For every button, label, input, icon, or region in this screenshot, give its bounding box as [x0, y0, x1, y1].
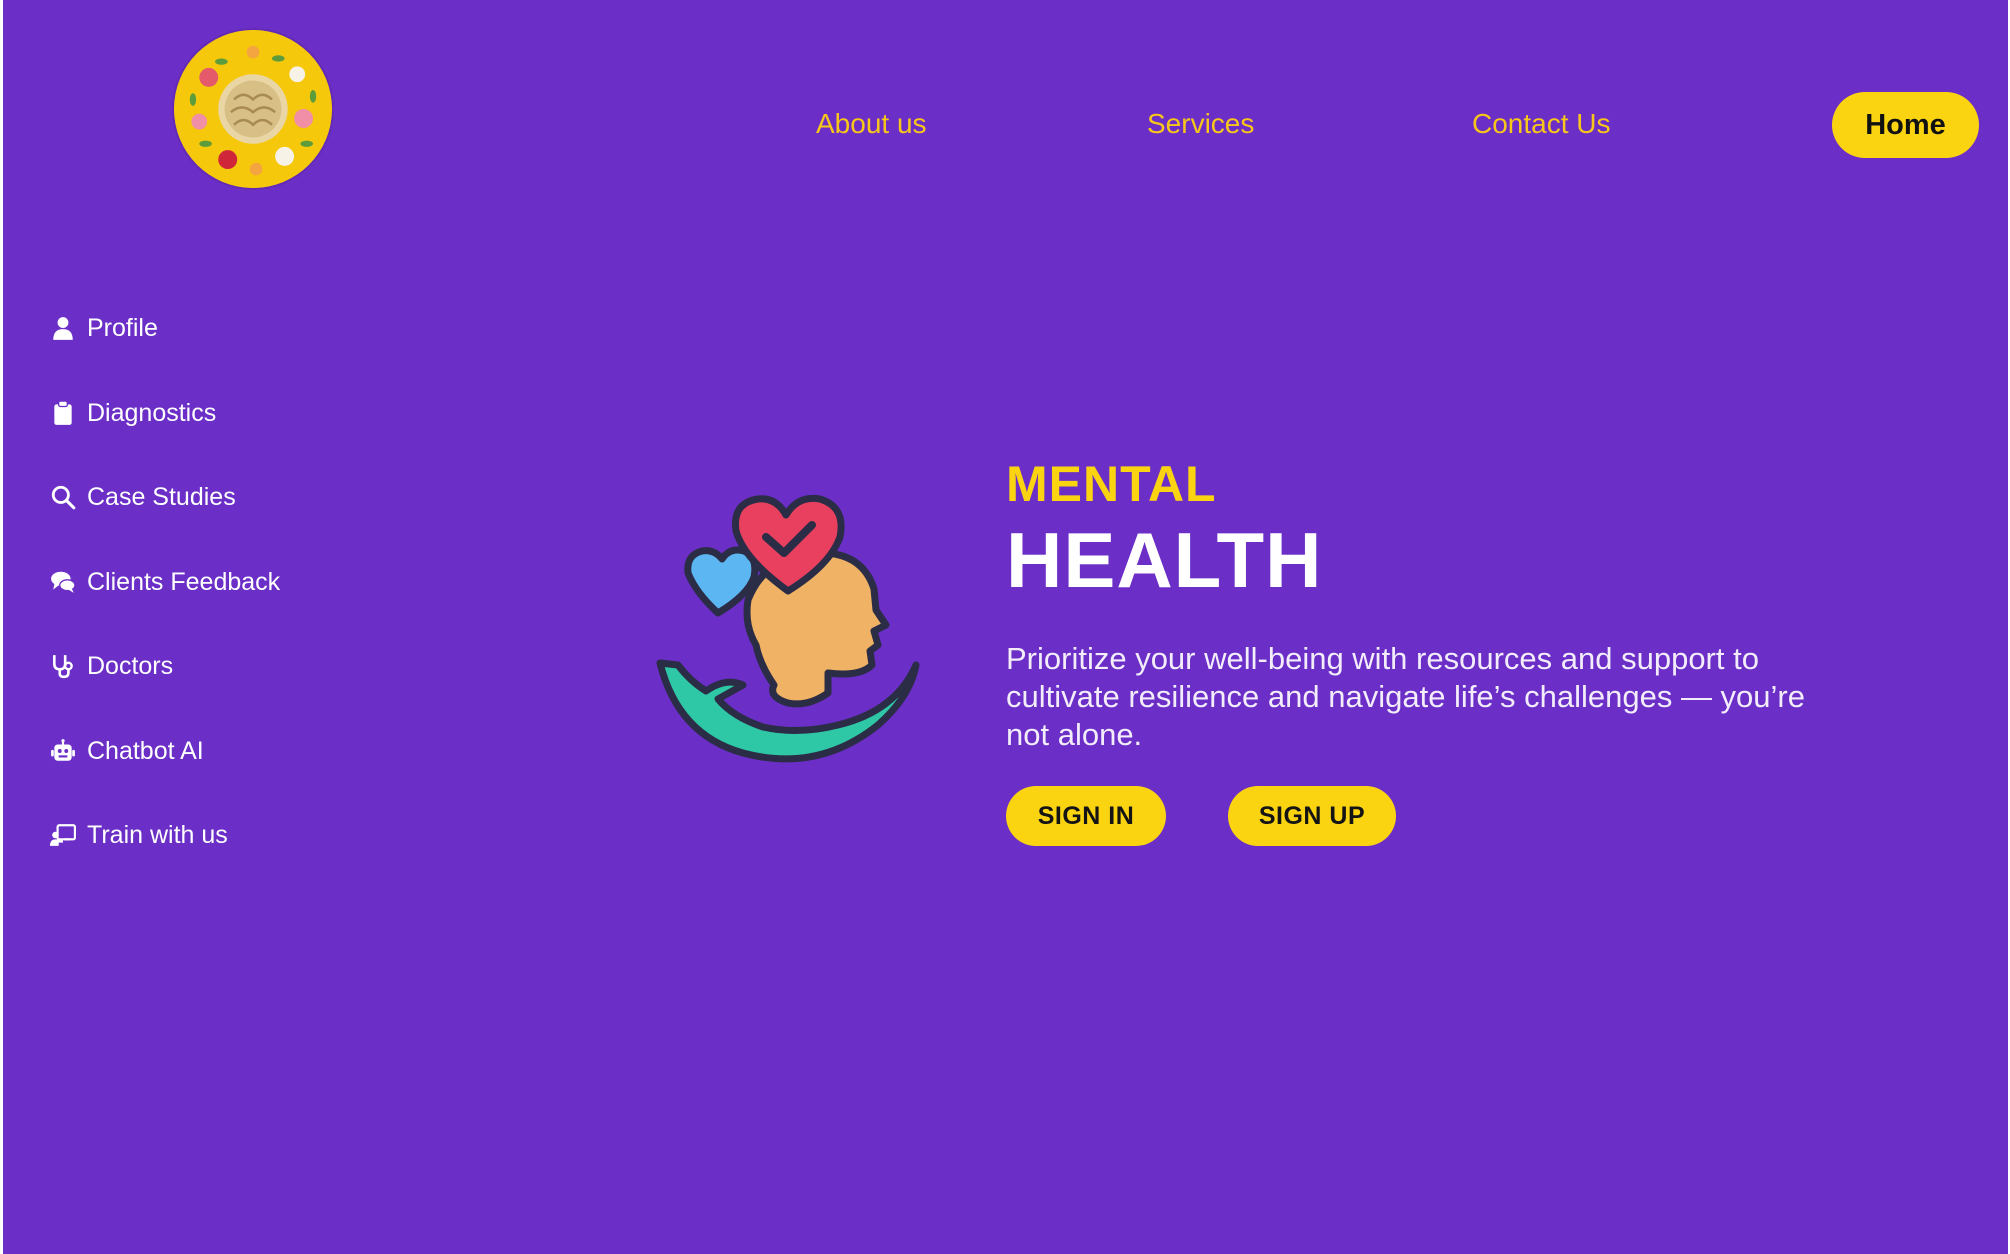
- sidebar-item-label: Clients Feedback: [87, 567, 281, 596]
- sidebar-item-train-with-us[interactable]: Train with us: [47, 815, 228, 855]
- stethoscope-icon: [47, 650, 79, 682]
- sidebar-item-label: Profile: [87, 313, 158, 342]
- clipboard-icon: [47, 397, 79, 429]
- comments-icon: [47, 566, 79, 598]
- sign-in-button[interactable]: SIGN IN: [1006, 786, 1166, 846]
- sidebar-item-case-studies[interactable]: Case Studies: [47, 477, 236, 517]
- sign-up-button[interactable]: SIGN UP: [1228, 786, 1396, 846]
- sidebar-item-diagnostics[interactable]: Diagnostics: [47, 393, 216, 433]
- mental-health-head-hearts-hand-icon: [648, 485, 928, 785]
- search-icon: [47, 481, 79, 513]
- nav-about-us[interactable]: About us: [816, 108, 927, 140]
- flower-wreath-logo-icon: [174, 30, 332, 188]
- hero-kicker: MENTAL: [1006, 456, 1217, 512]
- sidebar-item-chatbot-ai[interactable]: Chatbot AI: [47, 731, 204, 771]
- home-button[interactable]: Home: [1832, 92, 1979, 158]
- hero-description: Prioritize your well-being with resource…: [1006, 641, 1805, 752]
- hero-title: HEALTH: [1006, 516, 1323, 604]
- logo[interactable]: [174, 30, 332, 188]
- chalkboard-teacher-icon: [47, 819, 79, 851]
- nav-services[interactable]: Services: [1147, 108, 1254, 140]
- nav-contact-us[interactable]: Contact Us: [1472, 108, 1611, 140]
- robot-icon: [47, 735, 79, 767]
- sidebar-item-label: Doctors: [87, 651, 174, 680]
- sidebar-item-label: Diagnostics: [87, 398, 217, 427]
- sidebar-item-label: Train with us: [87, 820, 228, 849]
- sidebar-item-label: Case Studies: [87, 482, 236, 511]
- page-background: About us Services Contact Us Home Profil…: [3, 0, 2008, 1254]
- sidebar-item-doctors[interactable]: Doctors: [47, 646, 173, 686]
- sidebar-item-label: Chatbot AI: [87, 736, 204, 765]
- user-icon: [47, 312, 79, 344]
- sidebar-item-profile[interactable]: Profile: [47, 308, 158, 348]
- sidebar-item-clients-feedback[interactable]: Clients Feedback: [47, 562, 280, 602]
